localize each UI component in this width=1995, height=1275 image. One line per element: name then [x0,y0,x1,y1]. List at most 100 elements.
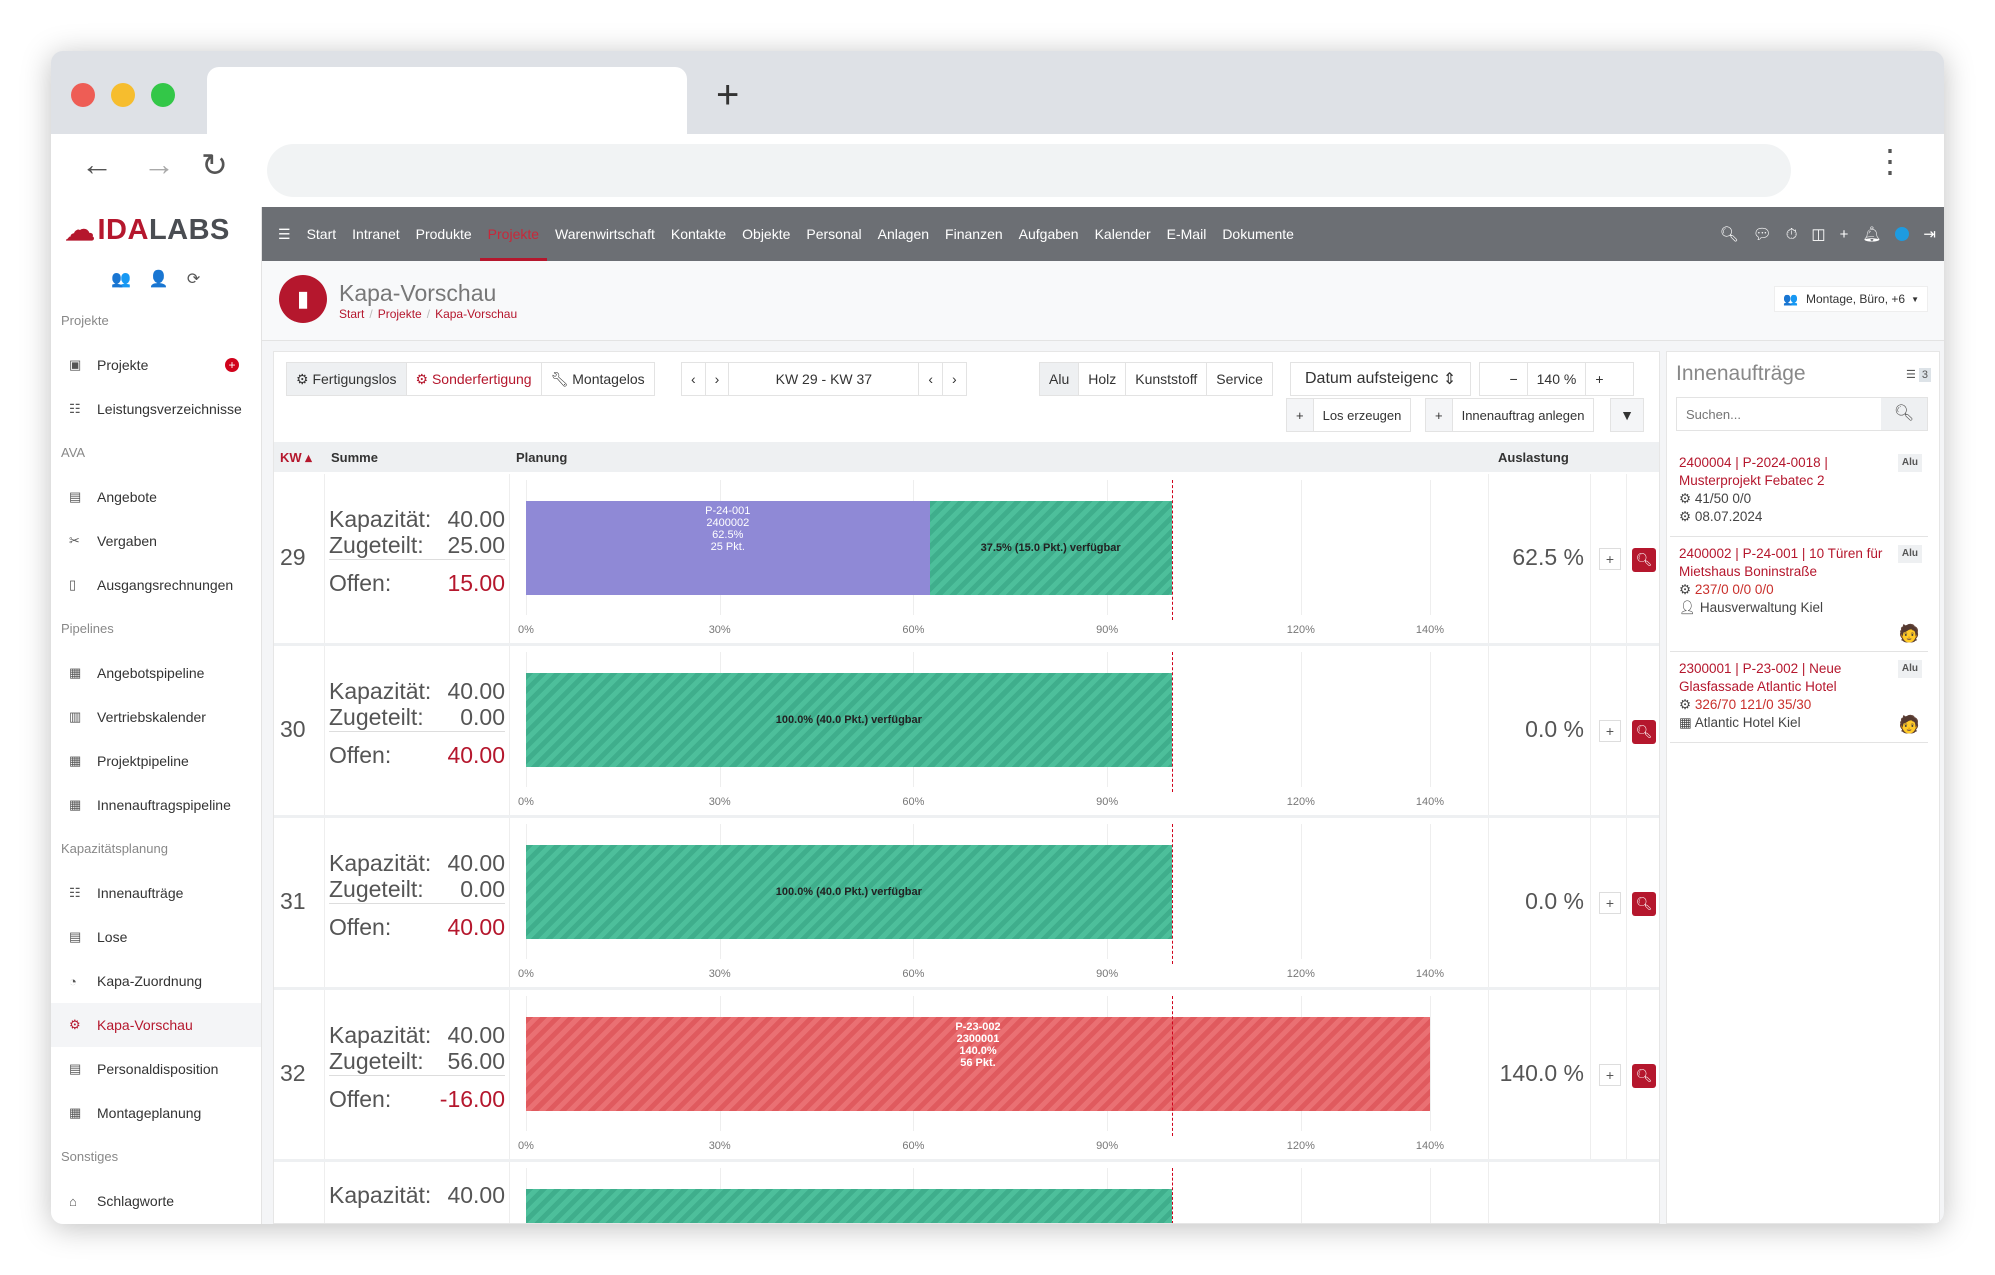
type-sonderfertigung[interactable]: ⚙ Sonderfertigung [407,363,542,395]
nav-projekte[interactable]: Projekte [479,207,548,261]
stopwatch-icon[interactable]: ⏱︎ [1786,226,1798,243]
sidebar-item-lose[interactable]: ▤ Lose [51,915,261,959]
material-kunststoff[interactable]: Kunststoff [1126,363,1208,395]
menu-kebab-icon[interactable]: ⋮ [1874,142,1906,180]
sort-select[interactable]: Datum aufsteigenc ⇕ [1290,362,1472,396]
material-holz[interactable]: Holz [1079,363,1127,395]
add-button[interactable]: + [1599,892,1621,914]
header-kw[interactable]: KW ▴ [280,450,312,466]
search-button[interactable]: 🔍︎ [1632,1064,1656,1088]
chat-icon[interactable]: 💬︎ [1753,225,1772,243]
search-button[interactable]: 🔍︎ [1632,892,1656,916]
nav-finanzen[interactable]: Finanzen [937,207,1011,261]
sidebar-item-vertriebskalender[interactable]: ▥ Vertriebskalender [51,695,261,739]
breadcrumb-projekte[interactable]: Projekte [378,307,422,321]
forward-icon[interactable]: → [143,146,175,183]
search-button[interactable]: 🔍︎ [1632,720,1656,744]
material-service[interactable]: Service [1207,363,1272,395]
type-montagelos[interactable]: 🔧︎ Montagelos [542,363,654,395]
bar-free[interactable]: 100.0% (40.0 Pkt.) verfügbar [526,673,1172,767]
search-button[interactable]: 🔍︎ [1632,548,1656,572]
add-button[interactable]: + [1599,1064,1621,1086]
nav-personal[interactable]: Personal [798,207,869,261]
orders-search-input[interactable] [1677,398,1881,430]
nav-warenwirtschaft[interactable]: Warenwirtschaft [547,207,663,261]
nav-aufgaben[interactable]: Aufgaben [1011,207,1087,261]
bar-free[interactable] [526,1189,1172,1223]
logo[interactable]: ☁ IDA LABS [65,213,230,248]
sidebar-item-kapa-zuordnung[interactable]: ◔ Kapa-Zuordnung [51,959,261,1003]
prev-start-button[interactable]: ‹ [682,363,706,395]
plus-icon[interactable]: + [1840,226,1849,243]
sidebar-item-leistungsverzeichnisse[interactable]: ☷ Leistungsverzeichnisse [51,387,261,431]
sidebar-item-angebotspipeline[interactable]: ▦ Angebotspipeline [51,651,261,695]
nav-objekte[interactable]: Objekte [734,207,798,261]
order-title[interactable]: 2400004 | P-2024-0018 | Musterprojekt Fe… [1679,454,1922,490]
sidebar-item-innenauftragspipeline[interactable]: ▦ Innenauftragspipeline [51,783,261,827]
reload-icon[interactable]: ↻ [201,146,228,184]
sidebar-item-angebote[interactable]: ▤ Angebote [51,475,261,519]
search-icon[interactable]: 🔍︎ [1881,398,1927,430]
next-start-button[interactable]: › [706,363,730,395]
create-lot-button[interactable]: + Los erzeugen [1286,398,1412,432]
header-summe[interactable]: Summe [331,450,378,465]
sidebar-item-projektpipeline[interactable]: ▦ Projektpipeline [51,739,261,783]
order-card[interactable]: 2300001 | P-23-002 | Neue Glasfassade At… [1670,652,1928,743]
order-card[interactable]: 2400004 | P-2024-0018 | Musterprojekt Fe… [1670,446,1928,537]
nav-anlagen[interactable]: Anlagen [870,207,937,261]
back-icon[interactable]: ← [81,146,113,183]
add-button[interactable]: + [1599,720,1621,742]
bell-icon[interactable]: 🔔︎ [1862,225,1881,243]
bar-over[interactable]: P-23-002 2300001 140.0% 56 Pkt. [526,1017,1430,1111]
bar-allocated[interactable]: P-24-001 2400002 62.5% 25 Pkt. [526,501,930,595]
new-tab-button[interactable]: + [716,73,739,118]
sidebar-item-vergaben[interactable]: ✂ Vergaben [51,519,261,563]
hamburger-menu-icon[interactable]: ☰ [270,207,299,261]
filter-button[interactable]: ▼ [1610,398,1644,432]
minimize-window-button[interactable] [111,83,135,107]
team-filter-dropdown[interactable]: 👥 Montage, Büro, +6 ▼ [1774,286,1928,312]
order-card[interactable]: 2400002 | P-24-001 | 10 Türen für Mietsh… [1670,537,1928,652]
prev-end-button[interactable]: ‹ [919,363,944,395]
order-title[interactable]: 2300001 | P-23-002 | Neue Glasfassade At… [1679,660,1922,696]
bar-free[interactable]: 37.5% (15.0 Pkt.) verfügbar [929,501,1172,595]
sidebar-item-ausgangsrechnungen[interactable]: ▯ Ausgangsrechnungen [51,563,261,607]
add-button[interactable]: + [1599,548,1621,570]
search-icon[interactable]: 🔍︎ [1720,225,1739,243]
nav-intranet[interactable]: Intranet [344,207,407,261]
url-field[interactable] [267,144,1791,197]
maximize-window-button[interactable] [151,83,175,107]
sidebar-item-schlagworte[interactable]: ⌂ Schlagworte [51,1179,261,1223]
sidebar-item-montageplanung[interactable]: ▦ Montageplanung [51,1091,261,1135]
sidebar-item-kapa-vorschau[interactable]: ⚙ Kapa-Vorschau [51,1003,261,1047]
history-icon[interactable]: ⟳ [187,269,200,289]
nav-start[interactable]: Start [299,207,345,261]
add-project-button[interactable]: + [225,358,239,372]
nav-kalender[interactable]: Kalender [1087,207,1159,261]
sidebar-item-personaldisposition[interactable]: ▤ Personaldisposition [51,1047,261,1091]
zoom-in-button[interactable]: + [1586,363,1612,395]
user-shield-icon[interactable]: 👥 [111,269,131,289]
material-alu[interactable]: Alu [1040,363,1080,395]
nav-dokumente[interactable]: Dokumente [1214,207,1302,261]
help-icon[interactable] [1895,227,1910,241]
browser-tab[interactable] [207,67,687,135]
bar-free[interactable]: 100.0% (40.0 Pkt.) verfügbar [526,845,1172,939]
breadcrumb-current[interactable]: Kapa-Vorschau [435,307,517,321]
sidebar-item-innenaufträge[interactable]: ☷ Innenaufträge [51,871,261,915]
order-title[interactable]: 2400002 | P-24-001 | 10 Türen für Mietsh… [1679,545,1922,581]
logout-icon[interactable]: ⇥ [1923,225,1936,243]
nav-produkte[interactable]: Produkte [408,207,480,261]
zoom-out-button[interactable]: − [1500,363,1528,395]
header-auslastung[interactable]: Auslastung [1498,450,1569,465]
close-window-button[interactable] [71,83,95,107]
next-end-button[interactable]: › [943,363,966,395]
create-order-button[interactable]: + Innenauftrag anlegen [1425,398,1595,432]
nav-e-mail[interactable]: E-Mail [1159,207,1215,261]
breadcrumb-start[interactable]: Start [339,307,364,321]
sidebar-item-projekte[interactable]: ▣ Projekte + [51,343,261,387]
user-icon[interactable]: 👤 [149,269,169,289]
type-fertigungslos[interactable]: ⚙ Fertigungslos [287,363,407,395]
columns-icon[interactable]: ◫ [1811,225,1825,243]
nav-kontakte[interactable]: Kontakte [663,207,734,261]
